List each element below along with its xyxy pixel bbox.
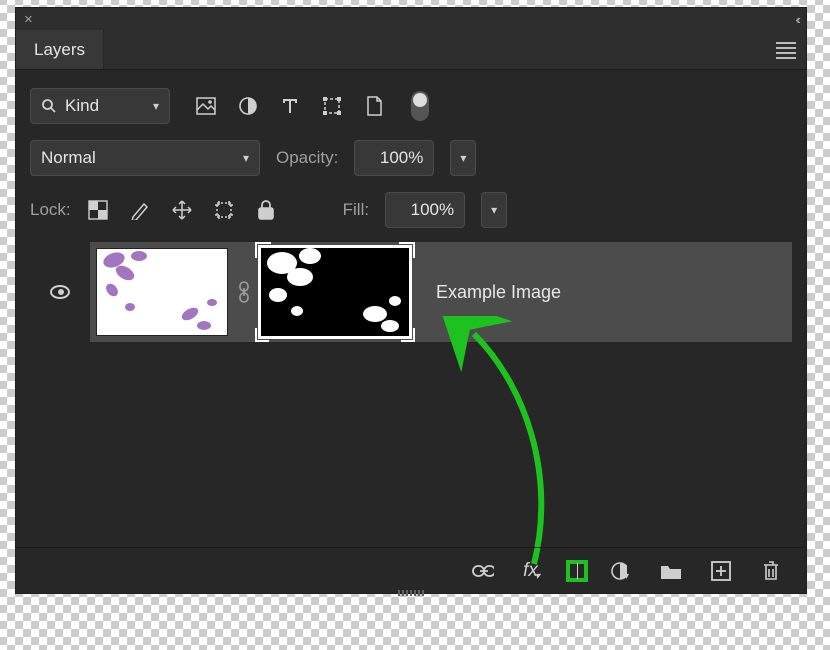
fill-value-field[interactable]: 100% bbox=[385, 192, 465, 228]
lock-transparency-icon[interactable] bbox=[87, 199, 109, 221]
layer-row[interactable]: Example Image bbox=[30, 242, 792, 342]
tab-label: Layers bbox=[34, 40, 85, 60]
fill-label: Fill: bbox=[343, 200, 369, 220]
smart-object-filter-icon[interactable] bbox=[364, 96, 384, 116]
chevron-down-icon: ▾ bbox=[243, 151, 249, 165]
search-icon bbox=[41, 98, 57, 114]
panel-bottom-bar: fx▾ ▾ bbox=[16, 547, 806, 593]
blend-mode-dropdown[interactable]: Normal ▾ bbox=[30, 140, 260, 176]
layer-effects-icon[interactable]: fx▾ bbox=[522, 560, 544, 582]
resize-grip-icon[interactable] bbox=[386, 590, 436, 596]
tab-layers[interactable]: Layers bbox=[16, 30, 104, 69]
filter-kind-dropdown[interactable]: Kind ▾ bbox=[30, 88, 170, 124]
link-layers-icon[interactable] bbox=[472, 560, 494, 582]
fill-value: 100% bbox=[411, 200, 454, 220]
lock-label: Lock: bbox=[30, 200, 71, 220]
new-adjustment-layer-icon[interactable]: ▾ bbox=[610, 560, 632, 582]
layer-visibility-column bbox=[30, 242, 90, 342]
layers-list: Example Image bbox=[16, 236, 806, 547]
lock-icons bbox=[87, 199, 277, 221]
panel-titlebar: × ‹‹ bbox=[16, 8, 806, 30]
panel-menu-icon[interactable] bbox=[776, 42, 796, 59]
filter-type-icons bbox=[196, 96, 430, 116]
layer-thumbnail[interactable] bbox=[96, 248, 228, 336]
layer-mask-link-icon[interactable] bbox=[234, 282, 254, 302]
shape-layers-filter-icon[interactable] bbox=[322, 96, 342, 116]
new-layer-icon[interactable] bbox=[710, 560, 732, 582]
pixel-layers-filter-icon[interactable] bbox=[196, 96, 216, 116]
tab-bar: Layers bbox=[16, 30, 806, 70]
opacity-chevron[interactable]: ▾ bbox=[450, 140, 476, 176]
visibility-eye-icon[interactable] bbox=[50, 282, 70, 302]
filter-row: Kind ▾ bbox=[16, 80, 806, 132]
fill-chevron[interactable]: ▾ bbox=[481, 192, 507, 228]
layers-panel: × ‹‹ Layers Kind ▾ bbox=[16, 8, 806, 593]
opacity-value-field[interactable]: 100% bbox=[354, 140, 434, 176]
add-layer-mask-icon[interactable] bbox=[566, 560, 588, 582]
lock-artboard-icon[interactable] bbox=[213, 199, 235, 221]
layer-name-label[interactable]: Example Image bbox=[436, 282, 561, 303]
blend-mode-value: Normal bbox=[41, 148, 96, 168]
lock-position-icon[interactable] bbox=[171, 199, 193, 221]
filter-toggle[interactable] bbox=[410, 96, 430, 116]
opacity-value: 100% bbox=[380, 148, 423, 168]
filter-kind-label: Kind bbox=[65, 96, 99, 116]
opacity-label: Opacity: bbox=[276, 148, 338, 168]
lock-all-icon[interactable] bbox=[255, 199, 277, 221]
close-icon[interactable]: × bbox=[24, 11, 33, 28]
new-group-icon[interactable] bbox=[660, 560, 682, 582]
layer-mask-thumbnail[interactable] bbox=[258, 245, 412, 339]
blend-row: Normal ▾ Opacity: 100% ▾ bbox=[16, 132, 806, 184]
annotation-arrow bbox=[426, 316, 626, 566]
delete-layer-icon[interactable] bbox=[760, 560, 782, 582]
collapse-icon[interactable]: ‹‹ bbox=[795, 12, 798, 27]
lock-pixels-icon[interactable] bbox=[129, 199, 151, 221]
adjustment-layers-filter-icon[interactable] bbox=[238, 96, 258, 116]
lock-row: Lock: Fill: 100% ▾ bbox=[16, 184, 806, 236]
chevron-down-icon: ▾ bbox=[153, 99, 159, 113]
type-layers-filter-icon[interactable] bbox=[280, 96, 300, 116]
